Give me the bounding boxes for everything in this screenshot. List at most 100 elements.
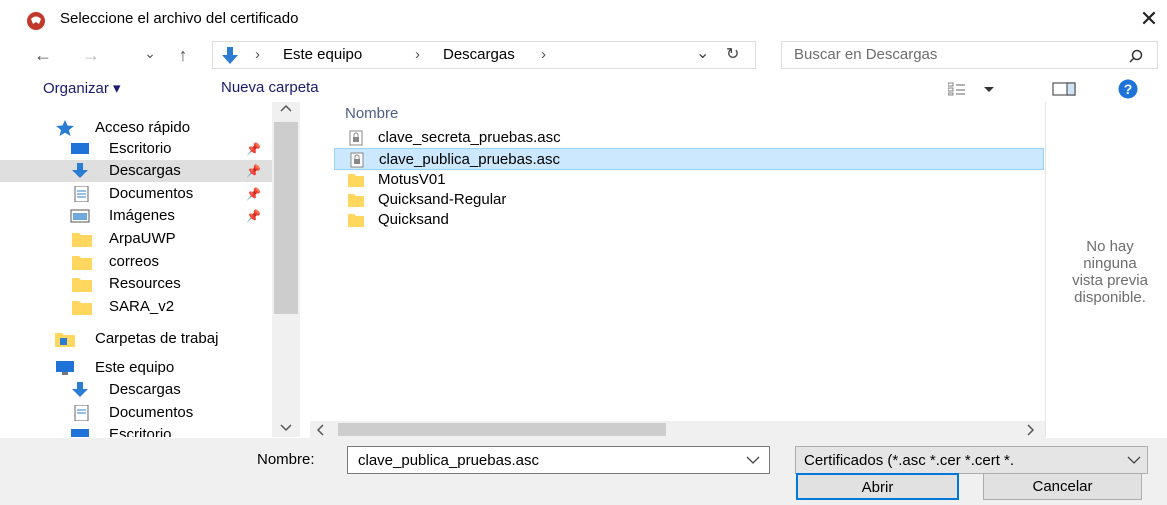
sidebar-item-label: correos	[109, 253, 160, 270]
scroll-left-icon[interactable]	[316, 424, 324, 436]
folder-item[interactable]: Quicksand	[334, 209, 1044, 231]
file-type-value: Certificados (*.asc *.cer *.cert *.	[804, 452, 1015, 469]
sidebar-item-pc-documentos[interactable]: Documentos	[0, 402, 290, 424]
scroll-down-icon[interactable]	[280, 424, 292, 432]
recent-locations-button[interactable]: ⌄	[140, 38, 160, 68]
sidebar-item-label: Carpetas de trabaj	[95, 330, 219, 347]
preview-line: disponible.	[1074, 289, 1146, 306]
file-name: Quicksand	[378, 211, 449, 228]
forward-button[interactable]: →	[76, 40, 106, 70]
address-dropdown-icon[interactable]: ⌄	[696, 43, 709, 63]
preview-line: No hay	[1086, 238, 1134, 255]
chevron-down-icon[interactable]	[1127, 456, 1141, 465]
breadcrumb-descargas[interactable]: Descargas	[443, 46, 515, 63]
sidebar-item-quick-access[interactable]: Acceso rápido	[0, 117, 290, 139]
pin-icon: 📌	[246, 209, 261, 223]
certificate-file-icon	[350, 152, 364, 168]
breadcrumb-separator: ›	[541, 46, 546, 63]
window-title: Seleccione el archivo del certificado	[60, 10, 299, 27]
file-type-select[interactable]: Certificados (*.asc *.cer *.cert *.	[795, 446, 1148, 474]
sidebar-item-label: ArpaUWP	[109, 230, 176, 247]
search-icon[interactable]	[1128, 48, 1144, 64]
sidebar-item-arpauwp[interactable]: ArpaUWP	[0, 228, 290, 250]
preview-message: No hay ninguna vista previa disponible.	[1052, 238, 1167, 306]
sidebar-item-escritorio[interactable]: Escritorio 📌	[0, 138, 290, 160]
folder-icon	[348, 194, 364, 207]
hscrollbar-thumb[interactable]	[338, 423, 666, 436]
document-icon	[74, 405, 89, 421]
refresh-icon[interactable]: ↻	[726, 44, 739, 64]
folder-icon	[72, 301, 92, 315]
address-bar[interactable]: › Este equipo › Descargas › ⌄ ↻	[212, 41, 756, 69]
svg-text:?: ?	[1124, 81, 1133, 97]
pin-icon: 📌	[246, 187, 261, 201]
folder-icon	[348, 174, 364, 187]
navigation-pane[interactable]: Acceso rápido Escritorio 📌 Descargas 📌 D…	[0, 102, 300, 437]
file-name: MotusV01	[378, 171, 446, 188]
column-header-nombre[interactable]: Nombre	[345, 105, 398, 122]
folder-icon	[72, 256, 92, 270]
open-button[interactable]: Abrir	[796, 473, 959, 500]
sidebar-item-label: Descargas	[109, 381, 181, 398]
file-name: clave_publica_pruebas.asc	[379, 151, 560, 168]
preview-pane-icon[interactable]	[1052, 82, 1076, 96]
back-button[interactable]: ←	[28, 40, 58, 70]
folder-item[interactable]: MotusV01	[334, 169, 1044, 191]
new-folder-button[interactable]: Nueva carpeta	[221, 79, 319, 96]
sidebar-item-label: Documentos	[109, 185, 194, 202]
star-icon	[56, 120, 74, 136]
folder-icon	[72, 233, 92, 247]
close-button[interactable]: ✕	[1136, 6, 1162, 32]
help-icon[interactable]: ?	[1118, 79, 1138, 99]
file-item[interactable]: clave_secreta_pruebas.asc	[334, 127, 1044, 149]
pin-icon: 📌	[246, 142, 261, 156]
desktop-icon	[71, 429, 89, 437]
pin-icon: 📌	[246, 164, 261, 178]
breadcrumb-separator: ›	[415, 46, 420, 63]
work-folder-icon	[55, 333, 75, 347]
sidebar-item-pc-escritorio[interactable]: Escritorio	[0, 424, 290, 437]
sidebar-item-descargas[interactable]: Descargas 📌	[0, 160, 290, 182]
preview-line: vista previa	[1072, 272, 1148, 289]
sidebar-item-label: Imágenes	[109, 207, 175, 224]
search-placeholder: Buscar en Descargas	[794, 46, 938, 63]
sidebar-item-imagenes[interactable]: Imágenes 📌	[0, 205, 290, 227]
sidebar-scrollbar-thumb[interactable]	[274, 122, 298, 314]
view-options-icon[interactable]	[948, 82, 994, 96]
sidebar-item-sara-v2[interactable]: SARA_v2	[0, 296, 290, 318]
sidebar-item-label: Resources	[109, 275, 181, 292]
preview-pane: No hay ninguna vista previa disponible.	[1045, 102, 1167, 437]
sidebar-item-correos[interactable]: correos	[0, 251, 290, 273]
file-name-field[interactable]: clave_publica_pruebas.asc	[347, 446, 770, 474]
search-input[interactable]: Buscar en Descargas	[781, 41, 1158, 69]
sidebar-item-work-folders[interactable]: Carpetas de trabaj	[0, 328, 290, 350]
computer-icon	[56, 361, 74, 375]
up-button[interactable]: ↑	[168, 40, 198, 70]
document-icon	[74, 186, 89, 202]
cancel-button[interactable]: Cancelar	[983, 473, 1142, 500]
sidebar-item-label: Documentos	[109, 404, 194, 421]
sidebar-item-label: Acceso rápido	[95, 119, 191, 136]
folder-icon	[348, 214, 364, 227]
scroll-right-icon[interactable]	[1027, 424, 1035, 436]
file-name: Quicksand-Regular	[378, 191, 507, 208]
sidebar-item-label: Escritorio	[109, 140, 172, 157]
images-icon	[70, 209, 90, 223]
sidebar-item-este-equipo[interactable]: Este equipo	[0, 357, 290, 379]
sidebar-item-resources[interactable]: Resources	[0, 273, 290, 295]
preview-line: ninguna	[1083, 255, 1137, 272]
breadcrumb-este-equipo[interactable]: Este equipo	[283, 46, 362, 63]
scroll-up-icon[interactable]	[280, 104, 292, 112]
sidebar-item-label: SARA_v2	[109, 298, 175, 315]
file-item-selected[interactable]: clave_publica_pruebas.asc	[334, 148, 1044, 170]
folder-item[interactable]: Quicksand-Regular	[334, 189, 1044, 211]
organize-menu[interactable]: Organizar ▾	[43, 79, 121, 97]
chevron-down-icon[interactable]	[746, 456, 760, 465]
sidebar-item-pc-descargas[interactable]: Descargas	[0, 379, 290, 401]
certificate-file-icon	[349, 130, 363, 146]
app-icon	[27, 12, 45, 30]
download-icon	[72, 163, 88, 178]
sidebar-item-documentos[interactable]: Documentos 📌	[0, 183, 290, 205]
file-name: clave_secreta_pruebas.asc	[378, 129, 561, 146]
file-name-label: Nombre:	[257, 451, 315, 468]
